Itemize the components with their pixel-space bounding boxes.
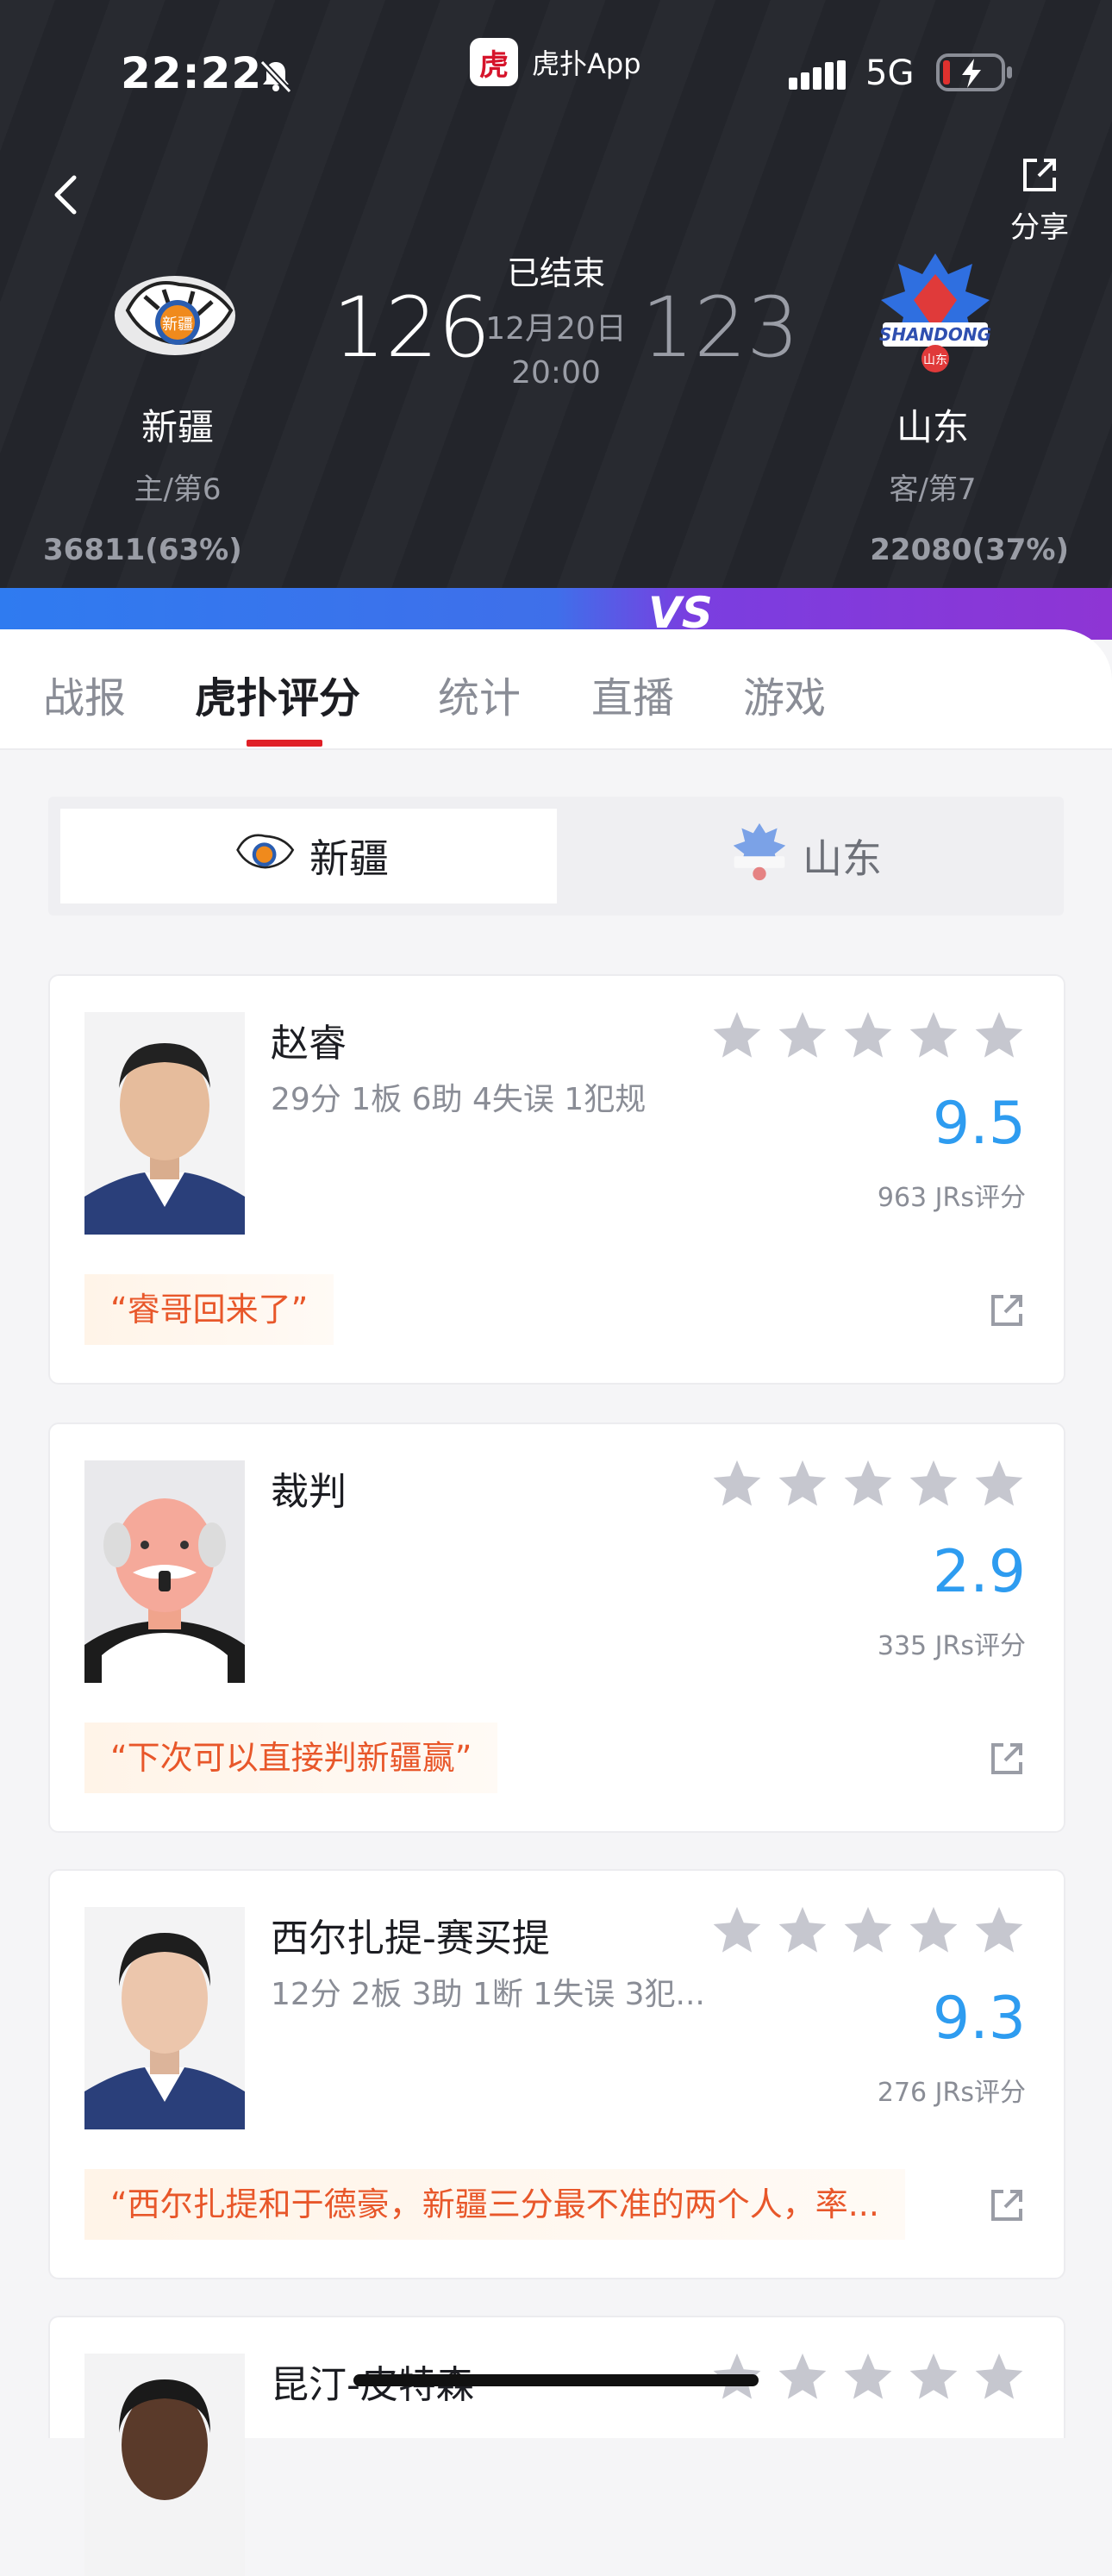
- star-icon[interactable]: [776, 1457, 829, 1510]
- team-switch-xinjiang[interactable]: 新疆: [60, 809, 557, 903]
- star-icon[interactable]: [710, 1904, 764, 1957]
- match-time: 20:00: [511, 355, 601, 391]
- star-icon[interactable]: [776, 1904, 829, 1957]
- share-icon[interactable]: [988, 1740, 1026, 1781]
- away-support-votes: 22080(37%): [870, 533, 1069, 567]
- hupu-app-icon: 虎: [470, 38, 518, 86]
- shandong-team-logo[interactable]: SHANDONG 山东: [871, 248, 1000, 381]
- top-comment[interactable]: “西尔扎提和于德豪，新疆三分最不准的两个人，率...: [84, 2169, 905, 2240]
- rating-card[interactable]: 裁判 2.9 335 JRs评分 “下次可以直接判新疆赢”: [48, 1422, 1065, 1833]
- network-type: 5G: [865, 53, 915, 93]
- home-team-name: 新疆: [141, 406, 214, 448]
- svg-text:新疆: 新疆: [162, 316, 193, 334]
- team-switch-shandong[interactable]: 山东: [557, 809, 1053, 903]
- star-icon[interactable]: [972, 1457, 1026, 1510]
- home-indicator[interactable]: [353, 2374, 759, 2386]
- current-app-indicator[interactable]: 虎 虎扑App: [470, 38, 641, 86]
- share-icon[interactable]: [988, 2186, 1026, 2228]
- tab-games[interactable]: 游戏: [743, 664, 826, 724]
- top-comment[interactable]: “下次可以直接判新疆赢”: [84, 1723, 498, 1793]
- star-icon[interactable]: [972, 1009, 1026, 1062]
- rating-score: 9.3: [932, 1985, 1026, 2053]
- star-rating-input[interactable]: [698, 1457, 1026, 1510]
- rating-count: 963 JRs评分: [877, 1183, 1026, 1213]
- star-icon[interactable]: [841, 1904, 895, 1957]
- star-icon[interactable]: [710, 1009, 764, 1062]
- share-icon[interactable]: [988, 1291, 1026, 1333]
- star-icon[interactable]: [907, 2350, 960, 2404]
- rating-score: 9.5: [932, 1090, 1026, 1158]
- status-time: 22:22: [121, 48, 263, 98]
- star-rating-input[interactable]: [698, 1904, 1026, 1957]
- svg-text:山东: 山东: [923, 353, 947, 367]
- share-button[interactable]: 分享: [1005, 155, 1074, 246]
- player-stats: 12分 2板 3助 1断 1失误 3犯...: [271, 1977, 705, 2012]
- away-score: 123: [641, 279, 800, 376]
- back-chevron-icon[interactable]: [48, 169, 83, 224]
- match-date: 12月20日: [485, 311, 627, 347]
- tab-hupu-rating[interactable]: 虎扑评分: [195, 664, 360, 724]
- star-icon[interactable]: [907, 1457, 960, 1510]
- player-name: 西尔扎提-赛买提: [271, 1916, 550, 1960]
- rating-card[interactable]: 西尔扎提-赛买提 12分 2板 3助 1断 1失误 3犯... 9.3 276 …: [48, 1869, 1065, 2279]
- star-icon[interactable]: [776, 1009, 829, 1062]
- player-photo: [84, 2354, 245, 2576]
- referee-avatar: [84, 1460, 245, 1683]
- rating-card[interactable]: 赵睿 29分 1板 6助 4失误 1犯规 9.5 963 JRs评分 “睿哥回来…: [48, 974, 1065, 1385]
- player-photo: [84, 1012, 245, 1235]
- xinjiang-team-logo[interactable]: 新疆: [110, 259, 240, 374]
- away-team-rank: 客/第7: [889, 472, 977, 507]
- team-switch: 新疆 山东: [48, 797, 1064, 916]
- active-tab-indicator: [247, 740, 322, 747]
- top-comment[interactable]: “睿哥回来了”: [84, 1274, 334, 1345]
- signal-icon: [789, 60, 846, 95]
- star-icon[interactable]: [841, 2350, 895, 2404]
- tab-bar: 战报 虎扑评分 统计 直播 游戏: [0, 629, 1112, 750]
- away-team-name: 山东: [896, 406, 969, 448]
- tab-report[interactable]: 战报: [43, 664, 126, 724]
- star-rating-input[interactable]: [698, 1009, 1026, 1062]
- star-icon[interactable]: [841, 1009, 895, 1062]
- star-icon[interactable]: [907, 1904, 960, 1957]
- star-icon[interactable]: [972, 1904, 1026, 1957]
- app-name: 虎扑App: [532, 47, 641, 80]
- player-photo: [84, 1907, 245, 2129]
- share-label: 分享: [1010, 210, 1069, 245]
- player-name: 裁判: [271, 1470, 347, 1514]
- team-switch-xinjiang-label: 新疆: [309, 835, 389, 882]
- bell-muted-icon: [257, 57, 295, 98]
- home-support-votes: 36811(63%): [43, 533, 242, 567]
- player-stats: 29分 1板 6助 4失误 1犯规: [271, 1082, 647, 1117]
- star-icon[interactable]: [710, 1457, 764, 1510]
- tab-stats[interactable]: 统计: [438, 664, 521, 724]
- shandong-mini-logo: [728, 821, 790, 892]
- match-header: 22:22 虎 虎扑App 5G 分享 新疆 SHANDONG 山东 新疆 山东…: [0, 0, 1112, 588]
- svg-text:SHANDONG: SHANDONG: [879, 324, 991, 345]
- match-status: 已结束: [506, 254, 605, 292]
- rating-count: 335 JRs评分: [877, 1631, 1026, 1661]
- tab-live[interactable]: 直播: [591, 664, 674, 724]
- rating-count: 276 JRs评分: [877, 2078, 1026, 2108]
- home-team-rank: 主/第6: [134, 472, 222, 507]
- player-name: 赵睿: [271, 1022, 347, 1066]
- star-icon[interactable]: [776, 2350, 829, 2404]
- xinjiang-mini-logo: [228, 824, 297, 889]
- rating-score: 2.9: [932, 1538, 1026, 1606]
- star-icon[interactable]: [907, 1009, 960, 1062]
- star-icon[interactable]: [972, 2350, 1026, 2404]
- team-switch-shandong-label: 山东: [803, 835, 882, 882]
- battery-charging-icon: [936, 52, 1014, 98]
- share-icon: [1020, 159, 1059, 198]
- star-icon[interactable]: [841, 1457, 895, 1510]
